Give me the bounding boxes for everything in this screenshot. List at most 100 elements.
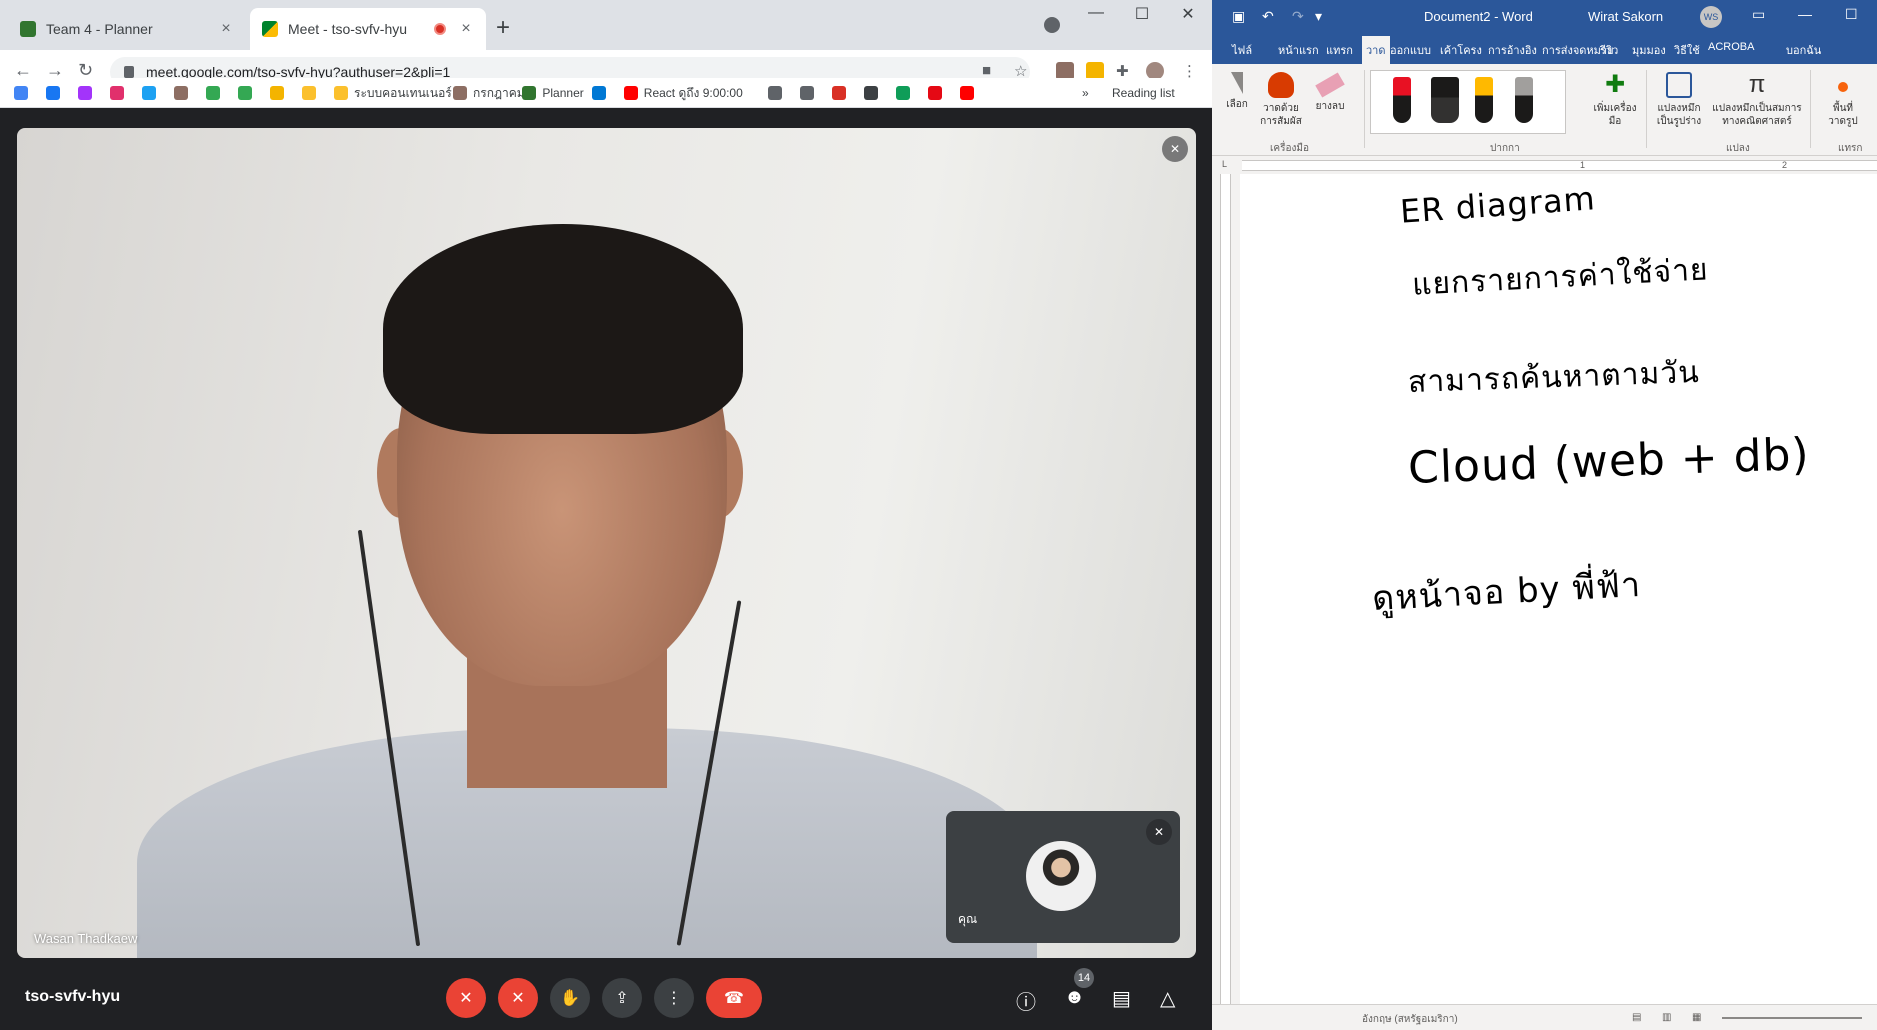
camera-toggle-button[interactable]: ✕ [498, 978, 538, 1018]
eraser-icon [1315, 72, 1345, 98]
tab-meet[interactable]: Meet - tso-svfv-hyu × [250, 8, 486, 50]
ink-to-math-button[interactable]: π แปลงหมึกเป็นสมการ ทางคณิตศาสตร์ [1708, 72, 1806, 128]
bookmark-item[interactable] [767, 85, 788, 101]
maximize-button[interactable]: ☐ [1122, 4, 1162, 24]
reading-list-button[interactable]: Reading list [1112, 85, 1175, 101]
tab-search-icon[interactable] [1044, 17, 1060, 33]
bookmark-item[interactable] [142, 85, 162, 101]
new-tab-button[interactable]: + [496, 14, 510, 42]
group-label: ปากกา [1490, 143, 1520, 154]
camera-icon[interactable]: ■ [982, 62, 991, 79]
maximize-button[interactable]: ☐ [1845, 6, 1858, 23]
web-layout-icon[interactable]: ▦ [1692, 1012, 1701, 1023]
word-status-bar: อังกฤษ (สหรัฐอเมริกา) ▤ ▥ ▦ [1212, 1004, 1877, 1030]
calendar-icon [453, 86, 467, 100]
planner-favicon-icon [20, 21, 36, 37]
raise-hand-button[interactable]: ✋ [550, 978, 590, 1018]
bookmark-item[interactable] [959, 85, 980, 101]
zoom-slider[interactable] [1722, 1017, 1862, 1019]
ribbon-tab[interactable]: ไฟล์ [1232, 41, 1252, 59]
button-label: เพิ่มเครื่อง [1593, 103, 1637, 114]
bookmark-item[interactable]: Planner [522, 85, 584, 101]
ink-to-shape-button[interactable]: แปลงหมึก เป็นรูปร่าง [1652, 72, 1706, 128]
bookmark-item[interactable] [174, 85, 194, 101]
ribbon-tab[interactable]: วิธีใช้ [1674, 41, 1700, 59]
horizontal-ruler[interactable]: L 1 2 [1212, 156, 1877, 174]
bookmark-item[interactable] [863, 85, 884, 101]
meet-favicon-icon [262, 21, 278, 37]
tab-close-icon[interactable]: × [218, 20, 234, 38]
bookmark-item[interactable] [110, 85, 130, 101]
yellow-highlighter-icon[interactable] [1475, 77, 1493, 123]
chat-icon[interactable]: ▤ [1112, 986, 1131, 1011]
ribbon-tab[interactable]: รีวิว [1600, 41, 1618, 59]
group-label: แทรก [1838, 143, 1863, 154]
bookmark-item[interactable]: กรกฎาคม [453, 85, 525, 101]
ribbon-tab[interactable]: การอ้างอิง [1488, 41, 1537, 59]
minimize-button[interactable]: — [1076, 4, 1116, 22]
present-screen-button[interactable]: ⇪ [602, 978, 642, 1018]
meeting-code: tso-svfv-hyu [25, 988, 121, 1005]
button-label: ยางลบ [1315, 101, 1345, 112]
bookmark-item[interactable] [302, 85, 322, 101]
read-mode-icon[interactable]: ▤ [1632, 1012, 1641, 1023]
black-pen-icon[interactable] [1431, 77, 1459, 123]
customize-toolbar-icon[interactable]: ▾ [1315, 8, 1322, 25]
people-icon[interactable]: ☻ [1064, 986, 1085, 1009]
redo-icon[interactable]: ↷ [1292, 8, 1304, 25]
eraser-button[interactable]: ยางลบ [1312, 72, 1348, 113]
undo-icon[interactable]: ↶ [1262, 8, 1274, 25]
ribbon-tab[interactable]: ACROBA [1708, 41, 1754, 53]
drawing-canvas-button[interactable]: พื้นที่ วาดรูป [1818, 72, 1868, 128]
bookmark-item[interactable] [238, 85, 258, 101]
ribbon-tab[interactable]: บอกฉัน [1786, 41, 1821, 59]
bookmark-item[interactable] [270, 85, 290, 101]
hand-draw-icon [1268, 72, 1294, 98]
bookmark-item[interactable] [14, 85, 34, 101]
ribbon-tab[interactable]: แทรก [1326, 41, 1353, 59]
bookmark-item[interactable]: ระบบคอนเทนเนอร์ [334, 85, 452, 101]
ribbon-tab[interactable]: เค้าโครง [1440, 41, 1482, 59]
language-status[interactable]: อังกฤษ (สหรัฐอเมริกา) [1362, 1012, 1458, 1027]
self-view-tile[interactable]: ✕ คุณ [946, 811, 1180, 943]
activities-icon[interactable]: △ [1160, 986, 1175, 1011]
document-page[interactable]: ER diagram แยกรายการค่าใช้จ่าย สามารถค้น… [1240, 174, 1877, 1004]
bookmark-item[interactable] [591, 85, 612, 101]
ribbon-tabs: ไฟล์ หน้าแรก แทรก วาด ออกแบบ เค้าโครง การอ้างอ… [1212, 32, 1877, 67]
pencil-icon[interactable] [1515, 77, 1533, 123]
tab-close-icon[interactable]: × [458, 20, 474, 38]
bookmark-item[interactable]: React ดูถึง 9:00:00 [623, 85, 743, 101]
bookmark-item[interactable] [927, 85, 948, 101]
user-name[interactable]: Wirat Sakorn [1588, 9, 1663, 24]
ribbon-tab[interactable]: มุมมอง [1632, 41, 1666, 59]
ribbon-tab[interactable]: ออกแบบ [1390, 41, 1431, 59]
print-layout-icon[interactable]: ▥ [1662, 1012, 1671, 1023]
lock-icon[interactable] [124, 66, 134, 78]
tab-stop-selector-icon[interactable]: L [1222, 159, 1227, 169]
video-person-hair [383, 224, 743, 434]
more-options-button[interactable]: ⋮ [654, 978, 694, 1018]
red-pen-icon[interactable] [1393, 77, 1411, 123]
info-icon[interactable]: ⓘ [1016, 986, 1036, 1015]
bookmarks-overflow-button[interactable]: » [1082, 85, 1089, 101]
bookmark-item[interactable] [895, 85, 916, 101]
bookmark-item[interactable] [799, 85, 820, 101]
minimize-button[interactable]: — [1798, 6, 1812, 22]
bookmark-item[interactable] [46, 85, 66, 101]
add-pen-button[interactable]: ✚ เพิ่มเครื่อง มือ [1590, 72, 1640, 128]
tab-planner[interactable]: Team 4 - Planner × [8, 8, 246, 50]
save-icon[interactable]: ▣ [1232, 8, 1245, 25]
bookmark-item[interactable] [206, 85, 226, 101]
bookmark-item[interactable] [78, 85, 98, 101]
draw-with-touch-button[interactable]: วาดด้วย การสัมผัส [1256, 72, 1306, 128]
select-tool-button[interactable]: เลือก [1222, 72, 1252, 111]
bookmark-item[interactable] [831, 85, 852, 101]
ribbon-tab[interactable]: หน้าแรก [1278, 41, 1319, 59]
leave-call-button[interactable]: ☎ [706, 978, 762, 1018]
avatar[interactable]: WS [1700, 6, 1722, 28]
ribbon-tab[interactable]: วาด [1362, 36, 1390, 67]
ribbon-display-icon[interactable]: ▭ [1752, 6, 1765, 23]
close-window-button[interactable]: ✕ [1168, 4, 1208, 24]
facebook-icon [46, 86, 60, 100]
mic-toggle-button[interactable]: ✕ [446, 978, 486, 1018]
